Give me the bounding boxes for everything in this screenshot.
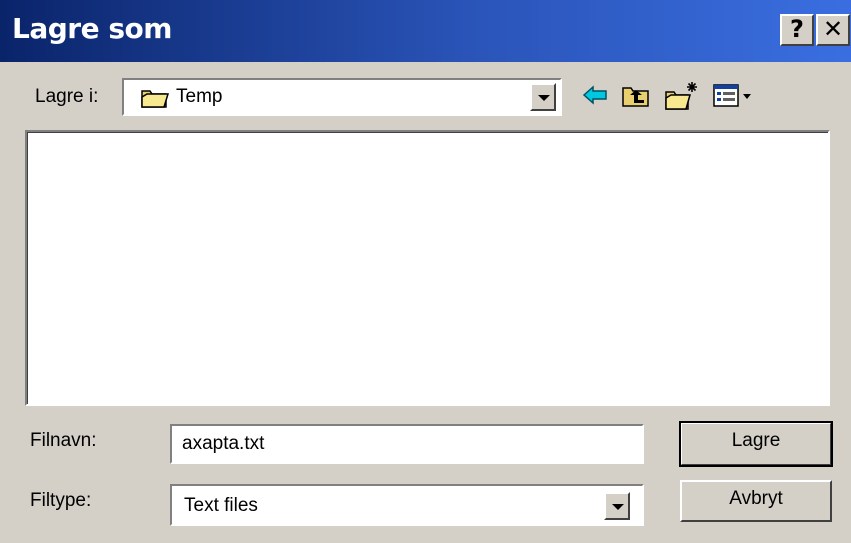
close-button[interactable]: ✕ — [816, 14, 850, 46]
filetype-value: Text files — [184, 495, 258, 516]
filename-label: Filnavn: — [30, 430, 97, 451]
filetype-label: Filtype: — [30, 490, 92, 511]
dialog-title: Lagre som — [12, 12, 172, 45]
new-folder-icon[interactable] — [664, 80, 700, 112]
folder-icon — [141, 90, 170, 108]
save-in-value: Temp — [176, 86, 223, 107]
up-one-level-icon[interactable] — [620, 80, 652, 110]
save-in-label: Lagre i: — [35, 86, 99, 107]
back-icon[interactable] — [580, 80, 610, 110]
file-list[interactable] — [25, 130, 830, 406]
save-as-dialog: Lagre som ? ✕ Lagre i: Temp Filnavn: Fil — [0, 0, 851, 543]
filetype-dropdown-arrow[interactable] — [604, 492, 630, 520]
filename-input[interactable] — [170, 424, 644, 464]
save-in-dropdown[interactable]: Temp — [122, 78, 562, 116]
cancel-button[interactable]: Avbryt — [680, 480, 832, 522]
title-bar[interactable]: Lagre som ? ✕ — [0, 0, 851, 62]
save-in-dropdown-arrow[interactable] — [530, 83, 556, 111]
help-button[interactable]: ? — [780, 14, 814, 46]
save-button[interactable]: Lagre — [679, 421, 833, 467]
filetype-dropdown[interactable]: Text files — [170, 484, 644, 526]
view-menu-icon[interactable] — [710, 80, 758, 110]
